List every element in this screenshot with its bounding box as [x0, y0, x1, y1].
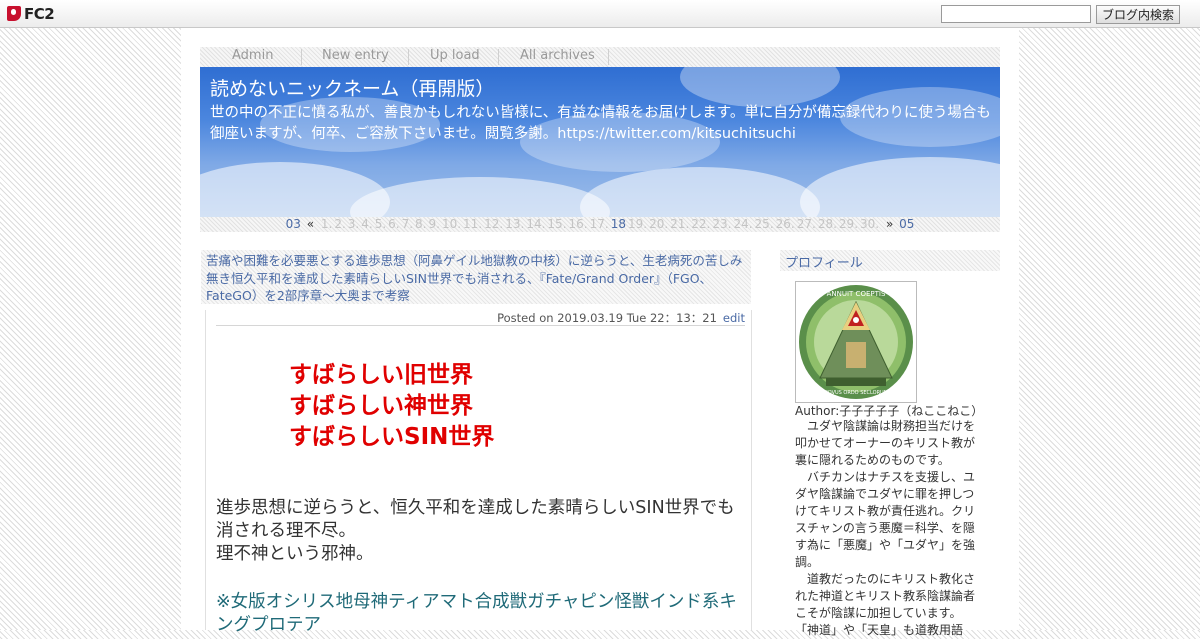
calendar-day-3: 3. [347, 217, 360, 231]
nav-new-entry-link[interactable]: New entry [322, 48, 389, 63]
calendar-day-9: 9. [428, 217, 440, 231]
calendar-day-6: 6. [388, 217, 400, 231]
profile-author: Author:子子子子子（ねここねこ） [795, 404, 984, 418]
entry-posted-date: Posted on 2019.03.19 Tue 22：13：21 [497, 311, 717, 325]
great-seal-pyramid-icon: ANNUIT COEPTIS NOVUS ORDO SECLORUM [799, 285, 913, 399]
calendar-prev-arrow: « [306, 217, 315, 231]
calendar-day-19: 19. [627, 217, 648, 231]
calendar-day-27: 27. [796, 217, 816, 231]
blog-title[interactable]: 読めないニックネーム（再開版） [210, 74, 494, 101]
calendar-day-28: 28. [817, 217, 837, 231]
profile-paragraph: バチカンはナチスを支援し、ユダヤ陰謀論でユダヤに罪を押しつけてキリスト教が責任逃… [795, 470, 976, 569]
calendar-day-29: 29. [838, 217, 859, 231]
entry-link-text[interactable]: ※女版オシリス地母神ティアマト合成獣ガチャピン怪獣インド系キングプロテア [216, 591, 746, 637]
nav-all-archives-link[interactable]: All archives [520, 48, 595, 63]
profile-paragraph: ユダヤ陰謀論は財務担当だけを叩かせてオーナーのキリスト教が裏に隠れるためのもので… [795, 419, 976, 467]
calendar-day-10: 10. [441, 217, 462, 231]
cloud-shape [580, 167, 820, 217]
admin-nav: Admin New entry Up load All archives [200, 47, 1000, 67]
calendar-day-24: 24. [733, 217, 753, 231]
calendar-next-arrow: » [885, 217, 894, 231]
fc2-fox-icon [7, 6, 21, 21]
seal-top-text: ANNUIT COEPTIS [827, 290, 886, 298]
nav-divider [408, 49, 409, 65]
calendar-day-11: 11. [463, 217, 483, 231]
blog-header: 読めないニックネーム（再開版） 世の中の不正に憤る私が、善良かもしれない皆様に、… [200, 67, 1000, 217]
calendar-next-month-link[interactable]: 05 [899, 217, 914, 231]
cloud-shape [680, 67, 840, 107]
calendar-day-17: 17. [589, 217, 609, 231]
calendar-day-20: 20. [649, 217, 669, 231]
calendar-day-30: 30. [860, 217, 880, 231]
calendar-day-8: 8. [415, 217, 427, 231]
cloud-shape [800, 157, 1000, 217]
profile-paragraph: 道教だったのにキリスト教化された神道とキリスト教系陰謀論者こそが陰謀に加担してい… [795, 572, 976, 620]
entry-title-box: 苦痛や困難を必要悪とする進歩思想（阿鼻ゲイル地獄教の中核）に逆らうと、生老病死の… [201, 250, 751, 304]
calendar-day-21: 21. [670, 217, 690, 231]
entry-edit-link[interactable]: edit [723, 311, 745, 325]
profile-text: ユダヤ陰謀論は財務担当だけを叩かせてオーナーのキリスト教が裏に隠れるためのもので… [795, 418, 980, 639]
calendar-day-23: 23. [712, 217, 732, 231]
entry-text-line: 理不神という邪神。 [216, 544, 374, 564]
calendar-day-5: 5. [374, 217, 387, 231]
nav-admin-link[interactable]: Admin [232, 48, 273, 63]
calendar-day-4: 4. [361, 217, 373, 231]
calendar-days: 1. 2. 3. 4. 5. 6. 7. 8. 9. 10. 11. 12. 13. 14. 15. 16. 1… [320, 217, 880, 231]
nav-divider [301, 49, 302, 65]
blog-search-button[interactable]: ブログ内検索 [1096, 5, 1180, 24]
calendar-day-14: 14. [526, 217, 546, 231]
entry-heading-line: すばらしい旧世界 [289, 362, 473, 388]
calendar-day-1: 1. [320, 217, 333, 231]
calendar-day-2: 2. [334, 217, 346, 231]
nav-upload-link[interactable]: Up load [430, 48, 480, 63]
profile-plugin-header: プロフィール [780, 250, 1000, 271]
calendar-day-26: 26. [775, 217, 795, 231]
blog-description: 世の中の不正に憤る私が、善良かもしれない皆様に、有益な情報をお届けします。単に自… [210, 105, 991, 142]
entry-posted-info: Posted on 2019.03.19 Tue 22：13：21 edit [216, 310, 745, 326]
fc2-toolbar: FC2 ブログ内検索 [0, 0, 1200, 28]
calendar-day-15: 15. [547, 217, 567, 231]
profile-paragraph: 「神道」や「天皇」も道教用語 [795, 623, 964, 637]
nav-divider [608, 49, 609, 65]
nav-divider [498, 49, 499, 65]
archive-calendar: 03 « 1. 2. 3. 4. 5. 6. 7. 8. 9. 10. 11. 12. 13. 14. 15… [200, 217, 1000, 232]
calendar-day-13: 13. [505, 217, 525, 231]
calendar-day-22: 22. [691, 217, 711, 231]
calendar-day-18[interactable]: 18 [611, 217, 626, 231]
calendar-day-25: 25. [754, 217, 774, 231]
entry-heading-line: すばらしいSIN世界 [289, 424, 495, 450]
calendar-day-12: 12. [484, 217, 504, 231]
seal-bottom-text: NOVUS ORDO SECLORUM [824, 390, 888, 396]
calendar-prev-month-link[interactable]: 03 [286, 217, 301, 231]
entry-text: 進歩思想に逆らうと、恒久平和を達成した素晴らしいSIN世界でも消される理不尽。 … [216, 497, 746, 566]
entry-heading-line: すばらしい神世界 [289, 393, 473, 419]
calendar-day-7: 7. [401, 217, 414, 231]
calendar-day-16: 16. [568, 217, 588, 231]
profile-plugin-title: プロフィール [785, 256, 863, 271]
fc2-logo[interactable]: FC2 [7, 4, 55, 23]
avatar: ANNUIT COEPTIS NOVUS ORDO SECLORUM [795, 281, 917, 403]
blog-search-input[interactable] [941, 5, 1091, 23]
entry-title-link[interactable]: 苦痛や困難を必要悪とする進歩思想（阿鼻ゲイル地獄教の中核）に逆らうと、生老病死の… [206, 252, 746, 305]
entry-body [205, 310, 752, 630]
entry-text-line: 進歩思想に逆らうと、恒久平和を達成した素晴らしいSIN世界でも消される理不尽。 [216, 498, 735, 541]
fc2-logo-text: FC2 [24, 4, 55, 23]
cloud-shape [350, 177, 610, 217]
